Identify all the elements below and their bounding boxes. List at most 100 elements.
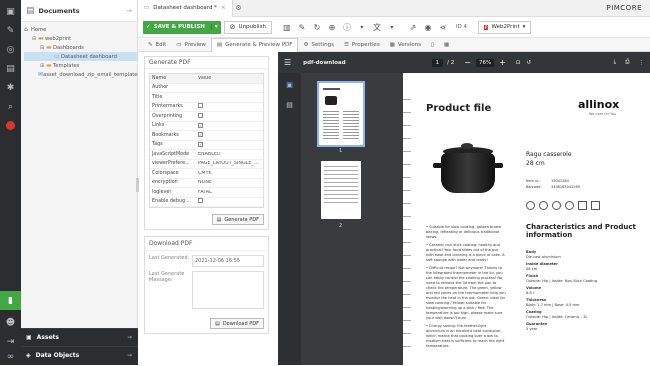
rotate-icon[interactable]: ↺ — [527, 60, 532, 66]
tree-item-datasheet-dashboard[interactable]: ▭ Datasheet dashboard — [24, 52, 137, 61]
tab-datasheet-dashboard[interactable]: ▭ Datasheet dashboard * × — [138, 0, 233, 17]
checkbox[interactable] — [198, 103, 203, 109]
generate-pdf-button[interactable]: ▤ Generate PDF — [211, 214, 264, 225]
translate-icon[interactable]: 文 — [371, 21, 383, 34]
page-input[interactable]: 1 — [431, 58, 444, 67]
grid-row[interactable]: Title — [150, 93, 263, 103]
collapse-handle[interactable] — [136, 178, 139, 192]
doc-brand-logo: allinox — [578, 98, 620, 111]
row-value[interactable]: ✓ — [196, 132, 263, 138]
zoom-in-icon[interactable]: + — [499, 58, 506, 67]
save-publish-button[interactable]: ✓ SAVE & PUBLISH ▾ — [143, 20, 221, 34]
page-thumbnail-1[interactable] — [317, 81, 365, 147]
panel-data-objects[interactable]: ◈ Data Objects → — [21, 346, 138, 364]
chevron-down-icon[interactable]: ▾ — [386, 21, 398, 34]
tab-label: Settings — [311, 41, 334, 48]
tree-item-home[interactable]: ⌂ Home — [24, 25, 137, 34]
row-name: Colorspace — [152, 170, 179, 176]
tree-item-email-template[interactable]: ✉ asset_download_zip_email_template — [24, 70, 137, 79]
grid-row[interactable]: Overprinting — [150, 112, 263, 122]
chevron-down-icon[interactable]: ▾ — [356, 21, 368, 34]
gear-icon[interactable]: ✱ — [0, 78, 21, 97]
settings-icon[interactable]: ⚙ — [233, 4, 245, 12]
tree-item-web2print[interactable]: ⊟ ▬ web2print — [24, 34, 137, 43]
row-value[interactable] — [196, 198, 263, 205]
row-value[interactable]: CMYK — [196, 171, 263, 176]
panel-assets[interactable]: ▣ Assets → — [21, 328, 138, 346]
user-icon[interactable]: ☻ — [0, 313, 21, 332]
search-icon[interactable]: ⌕ — [0, 97, 21, 116]
share-icon[interactable]: ⋖ — [437, 21, 449, 34]
page-thumbnail-2[interactable] — [321, 161, 361, 219]
tab-versions[interactable]: ▦ Versions — [385, 38, 426, 52]
zoom-out-icon[interactable]: − — [464, 58, 471, 67]
outline-icon[interactable]: ▤ — [278, 101, 301, 109]
panel-label: Assets — [36, 334, 59, 341]
row-value[interactable]: NONE — [196, 180, 263, 185]
unpublish-button[interactable]: ⊘ Unpublish — [223, 20, 272, 34]
print-icon[interactable]: ⎙ — [625, 59, 629, 66]
open-external-icon[interactable]: ⇗ — [407, 21, 419, 34]
grid-row[interactable]: Printermarks — [150, 103, 263, 112]
row-value[interactable] — [196, 103, 263, 110]
row-name: loglevel — [152, 189, 171, 195]
target-icon[interactable]: ⊕ — [326, 21, 338, 34]
tree-item-dashboards[interactable]: ⊟ ▬ Dashboards — [24, 43, 137, 52]
menu-icon[interactable]: ☰ — [284, 58, 291, 67]
fingerprint-icon[interactable]: ◎ — [0, 40, 21, 59]
grid-row[interactable]: loglevel FATAL — [150, 188, 263, 198]
checkbox[interactable]: ✓ — [198, 132, 203, 138]
eye-icon[interactable]: ◉ — [422, 21, 434, 34]
download-icon[interactable]: ⤓ — [614, 59, 616, 66]
more-icon[interactable]: ⋮ — [639, 60, 645, 66]
tab-edit[interactable]: ✎ Edit — [143, 38, 171, 52]
info-icon[interactable]: ⓘ — [341, 21, 353, 34]
grid-row[interactable]: JavaScriptMode ENABLED — [150, 150, 263, 160]
row-value[interactable] — [196, 112, 263, 120]
feature-icon — [539, 201, 548, 210]
tab-settings[interactable]: ⚙ Settings — [298, 38, 339, 52]
tree-item-templates[interactable]: ⊞ ▬ Templates — [24, 61, 137, 70]
row-value[interactable]: PAGE_LAYOUT_SINGLE_... — [196, 161, 263, 166]
chart-icon[interactable]: ▤ — [0, 59, 21, 78]
checkbox[interactable] — [198, 112, 203, 118]
grid-row[interactable]: Bookmarks ✓ — [150, 131, 263, 141]
tab-generate-preview-pdf[interactable]: ▤ Generate & Preview PDF — [210, 37, 299, 52]
chevron-down-icon[interactable]: ▾ — [210, 24, 221, 30]
grid-row[interactable]: Links ✓ — [150, 122, 263, 131]
grid-row[interactable]: Enable debug ... — [150, 198, 263, 207]
close-icon[interactable]: × — [221, 5, 226, 11]
grid-row[interactable]: Author — [150, 84, 263, 93]
workflow-icon[interactable]: ▮ — [0, 291, 21, 310]
tab-preview[interactable]: ▭ Preview — [171, 38, 211, 52]
feature-icon — [591, 201, 600, 210]
zoom-input[interactable]: 76% — [475, 58, 495, 67]
tab-properties[interactable]: ☰ Properties — [339, 38, 385, 52]
last-message-row: Last Generate Message: — [149, 271, 264, 309]
row-value[interactable]: ✓ — [196, 141, 263, 148]
checkbox[interactable]: ✓ — [198, 141, 203, 147]
bookmark-icon[interactable]: ▯ — [426, 38, 439, 52]
grid-row[interactable]: Colorspace CMYK — [150, 169, 263, 179]
wrench-icon[interactable]: ✎ — [0, 21, 21, 40]
grid-row[interactable]: encryption NONE — [150, 179, 263, 188]
reload-icon[interactable]: ↻ — [311, 21, 323, 34]
grid-row[interactable]: Tags ✓ — [150, 141, 263, 150]
thumbnails-icon[interactable]: ▣ — [278, 81, 301, 89]
notification-icon[interactable] — [0, 116, 21, 135]
grid-row[interactable]: viewerPrefere... PAGE_LAYOUT_SINGLE_... — [150, 160, 263, 169]
download-pdf-button[interactable]: ▤ Download PDF — [210, 318, 264, 329]
arrow-right-icon[interactable]: → — [126, 7, 132, 15]
checkbox[interactable]: ✓ — [198, 122, 203, 128]
row-value[interactable]: ENABLED — [196, 152, 263, 157]
trash-icon[interactable]: ▥ — [281, 21, 293, 34]
web2print-button[interactable]: P Web2Print ▾ — [478, 20, 532, 34]
file-icon[interactable]: ▣ — [0, 2, 21, 21]
tree-title: Documents — [38, 6, 80, 15]
row-value[interactable]: ✓ — [196, 122, 263, 129]
fit-page-icon[interactable]: ⊡ — [516, 60, 521, 66]
checkbox[interactable] — [198, 198, 203, 204]
calendar-icon[interactable]: ▦ — [439, 38, 454, 52]
row-value[interactable]: FATAL — [196, 190, 263, 195]
edit-icon[interactable]: ✎ — [296, 21, 308, 34]
